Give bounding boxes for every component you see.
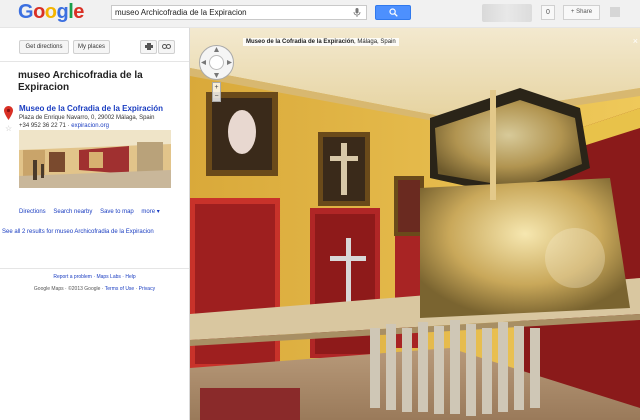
- search-button[interactable]: [375, 5, 411, 20]
- share-button[interactable]: + Share: [563, 5, 600, 20]
- notification-count[interactable]: 0: [541, 5, 555, 20]
- help-link[interactable]: Help: [125, 274, 135, 280]
- top-bar: Google 0 + Share: [0, 0, 640, 28]
- search-icon: [389, 8, 398, 17]
- privacy-link[interactable]: Privacy: [139, 286, 155, 292]
- see-all-results-link[interactable]: See all 2 results for museo Archicofradi…: [2, 229, 154, 235]
- result-address: Plaza de Enrique Navarro, 0, 29002 Málag…: [19, 115, 155, 121]
- link-button[interactable]: [158, 40, 175, 54]
- zoom-control[interactable]: + −: [212, 82, 221, 102]
- result-website-link[interactable]: expiracion.org: [71, 123, 109, 129]
- microphone-icon[interactable]: [353, 8, 361, 17]
- result-actions: Directions Search nearby Save to map mor…: [19, 208, 166, 215]
- search-input[interactable]: [115, 6, 335, 19]
- report-problem-link[interactable]: Report a problem: [53, 274, 92, 280]
- divider: [0, 61, 189, 62]
- star-icon[interactable]: ☆: [5, 124, 12, 133]
- save-to-map-link[interactable]: Save to map: [100, 209, 134, 215]
- get-directions-button[interactable]: Get directions: [19, 40, 69, 54]
- divider: [0, 268, 189, 269]
- search-nearby-link[interactable]: Search nearby: [53, 209, 92, 215]
- footer-separator: ·: [122, 274, 124, 280]
- location-label: Museo de la Cofradia de la Expiración, M…: [243, 38, 399, 46]
- print-button[interactable]: [140, 40, 157, 54]
- search-box[interactable]: [111, 5, 367, 20]
- directions-link[interactable]: Directions: [19, 209, 46, 215]
- zoom-in-button[interactable]: +: [213, 83, 220, 92]
- my-places-button[interactable]: My places: [73, 40, 110, 54]
- profile-icon[interactable]: [610, 7, 620, 17]
- google-logo[interactable]: Google: [18, 1, 84, 24]
- location-name: Museo de la Cofradia de la Expiración: [246, 39, 355, 45]
- link-icon: [162, 44, 171, 49]
- close-icon[interactable]: ×: [633, 36, 638, 46]
- place-title: museo Archicofradia de la Expiracion: [18, 70, 143, 93]
- pan-control-icon[interactable]: [198, 44, 235, 81]
- result-name-link[interactable]: Museo de la Cofradia de la Expiración: [19, 104, 163, 113]
- sidebar: Get directions My places museo Archicofr…: [0, 28, 190, 420]
- street-view-thumbnail[interactable]: [19, 130, 171, 188]
- more-link[interactable]: more ▾: [141, 209, 159, 215]
- result-contact: +34 952 36 22 71 · expiracion.org: [19, 123, 109, 129]
- copyright-text: Google Maps · ©2013 Google ·: [33, 286, 105, 292]
- profile-area[interactable]: [482, 4, 532, 22]
- maps-labs-link[interactable]: Maps Labs: [96, 274, 120, 280]
- result-phone: +34 952 36 22 71: [19, 123, 66, 129]
- zoom-out-button[interactable]: −: [213, 92, 220, 101]
- panorama-image[interactable]: [190, 28, 640, 420]
- print-icon: [144, 43, 153, 50]
- footer-links: Report a problem · Maps Labs · Help: [0, 274, 189, 280]
- map-pin-icon[interactable]: [4, 106, 13, 120]
- terms-link[interactable]: Terms of Use: [105, 286, 134, 292]
- footer-copyright: Google Maps · ©2013 Google · Terms of Us…: [0, 286, 189, 292]
- street-view-panorama[interactable]: Museo de la Cofradia de la Expiración, M…: [190, 28, 640, 420]
- footer-separator: ·: [93, 274, 96, 280]
- location-detail: , Málaga, Spain: [354, 39, 396, 45]
